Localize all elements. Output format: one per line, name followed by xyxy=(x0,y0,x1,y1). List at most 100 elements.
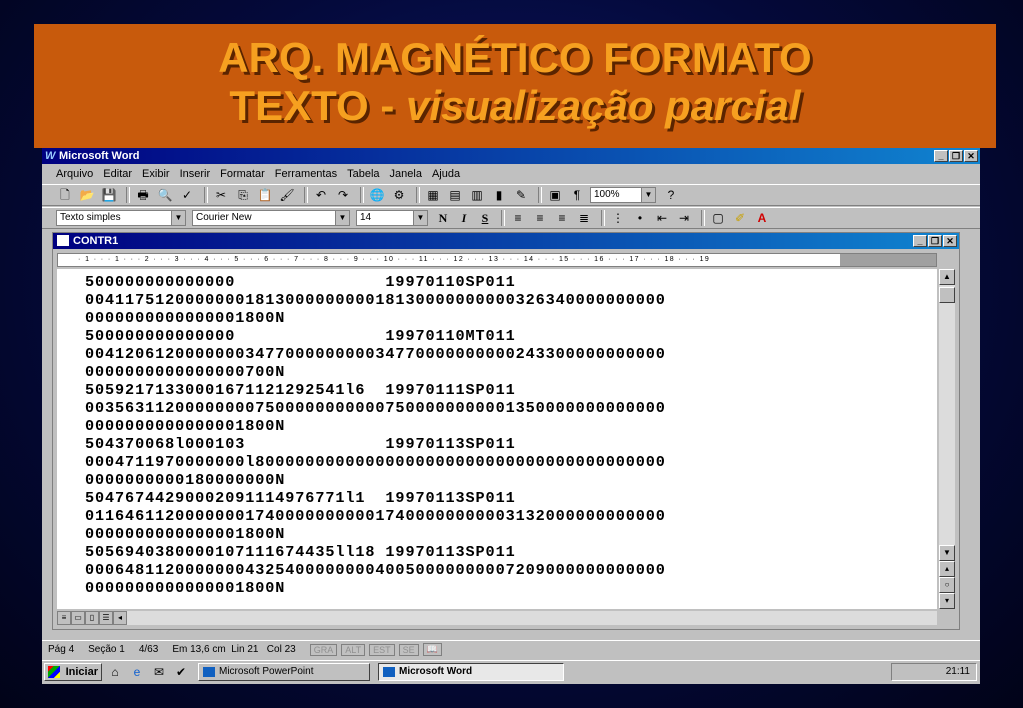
word-window: W Microsoft Word _ ❐ ✕ Arquivo Editar Ex… xyxy=(42,148,980,684)
print-preview-icon[interactable]: 🔍 xyxy=(156,186,174,204)
drawing-icon[interactable]: ✎ xyxy=(512,186,530,204)
menubar: Arquivo Editar Exibir Inserir Formatar F… xyxy=(42,165,980,183)
toolbar-divider xyxy=(360,187,364,203)
insert-table-icon[interactable]: ▤ xyxy=(446,186,464,204)
app-titlebar[interactable]: W Microsoft Word _ ❐ ✕ xyxy=(42,148,980,164)
document-body[interactable]: 500000000000000 19970110SP011 0041175120… xyxy=(57,269,937,609)
status-mode-alt[interactable]: ALT xyxy=(341,643,366,656)
italic-icon[interactable]: I xyxy=(455,209,473,227)
status-mode-est[interactable]: EST xyxy=(369,643,395,656)
chevron-down-icon[interactable]: ▼ xyxy=(413,211,427,225)
page-view-icon[interactable]: ▯ xyxy=(85,611,99,625)
chevron-down-icon[interactable]: ▼ xyxy=(335,211,349,225)
web-view-icon[interactable]: ▭ xyxy=(71,611,85,625)
horizontal-scrollbar[interactable]: ≡ ▭ ▯ ☰ ◂ xyxy=(57,611,937,625)
menu-arquivo[interactable]: Arquivo xyxy=(56,168,93,180)
clock[interactable]: 21:11 xyxy=(946,666,970,677)
next-page-icon[interactable]: ▾ xyxy=(939,593,955,609)
menu-ferramentas[interactable]: Ferramentas xyxy=(275,168,337,180)
minimize-icon[interactable]: _ xyxy=(934,150,948,162)
borders-icon[interactable]: ▢ xyxy=(709,209,727,227)
normal-view-icon[interactable]: ≡ xyxy=(57,611,71,625)
close-icon[interactable]: ✕ xyxy=(943,235,957,247)
menu-formatar[interactable]: Formatar xyxy=(220,168,265,180)
columns-icon[interactable]: ▮ xyxy=(490,186,508,204)
menu-tabela[interactable]: Tabela xyxy=(347,168,379,180)
ruler[interactable]: · 1 · · · 1 · · · 2 · · · 3 · · · 4 · · … xyxy=(57,253,937,267)
channels-icon[interactable]: ✔ xyxy=(172,663,190,681)
zoom-select[interactable]: 100% ▼ xyxy=(590,187,656,203)
status-mode-gra[interactable]: GRA xyxy=(309,643,338,656)
copy-icon[interactable]: ⎘ xyxy=(234,186,252,204)
outline-view-icon[interactable]: ☰ xyxy=(99,611,113,625)
undo-icon[interactable]: ↶ xyxy=(312,186,330,204)
save-icon[interactable]: 💾 xyxy=(100,186,118,204)
highlight-icon[interactable]: ✐ xyxy=(731,209,749,227)
scroll-down-icon[interactable]: ▼ xyxy=(939,545,955,561)
status-mode-se[interactable]: SE xyxy=(398,643,419,656)
word-app-icon[interactable]: W xyxy=(45,148,55,164)
text-line: 0041206120000000347700000000034770000000… xyxy=(85,345,666,363)
decrease-indent-icon[interactable]: ⇤ xyxy=(653,209,671,227)
font-size-select[interactable]: 14 ▼ xyxy=(356,210,428,226)
align-left-icon[interactable]: ≡ xyxy=(509,209,527,227)
style-select[interactable]: Texto simples ▼ xyxy=(56,210,186,226)
outlook-icon[interactable]: ✉ xyxy=(150,663,168,681)
increase-indent-icon[interactable]: ⇥ xyxy=(675,209,693,227)
start-button[interactable]: Iniciar xyxy=(44,662,102,681)
spelling-icon[interactable]: ✓ xyxy=(178,186,196,204)
insert-excel-icon[interactable]: ▥ xyxy=(468,186,486,204)
document-map-icon[interactable]: ▣ xyxy=(546,186,564,204)
scroll-up-icon[interactable]: ▲ xyxy=(939,269,955,285)
internet-explorer-icon[interactable]: e xyxy=(128,663,146,681)
vertical-scrollbar[interactable]: ▲ ▼ ▴ ○ ▾ xyxy=(939,269,955,609)
word-icon xyxy=(383,666,395,677)
paste-icon[interactable]: 📋 xyxy=(256,186,274,204)
task-powerpoint[interactable]: Microsoft PowerPoint xyxy=(198,662,370,681)
task-word[interactable]: Microsoft Word xyxy=(378,662,564,681)
menu-ajuda[interactable]: Ajuda xyxy=(432,168,460,180)
font-color-icon[interactable]: A xyxy=(753,209,771,227)
hyperlink-icon[interactable]: 🌐 xyxy=(368,186,386,204)
powerpoint-icon xyxy=(203,666,215,677)
text-line: 5056940380000107111674435ll18 19970113SP… xyxy=(85,543,516,561)
previous-page-icon[interactable]: ▴ xyxy=(939,561,955,577)
restore-icon[interactable]: ❐ xyxy=(928,235,942,247)
align-center-icon[interactable]: ≡ xyxy=(531,209,549,227)
align-right-icon[interactable]: ≡ xyxy=(553,209,571,227)
document-titlebar[interactable]: CONTR1 _ ❐ ✕ xyxy=(53,233,959,249)
menu-inserir[interactable]: Inserir xyxy=(180,168,211,180)
chevron-down-icon[interactable]: ▼ xyxy=(171,211,185,225)
bold-icon[interactable]: N xyxy=(434,209,452,227)
desktop-icon[interactable]: ⌂ xyxy=(106,663,124,681)
justify-icon[interactable]: ≣ xyxy=(575,209,593,227)
scroll-left-icon[interactable]: ◂ xyxy=(113,611,127,625)
web-toolbar-icon[interactable]: ⚙ xyxy=(390,186,408,204)
numbering-icon[interactable]: ⋮ xyxy=(609,209,627,227)
cut-icon[interactable]: ✂ xyxy=(212,186,230,204)
underline-icon[interactable]: S xyxy=(476,209,494,227)
font-select[interactable]: Courier New ▼ xyxy=(192,210,350,226)
document-title: CONTR1 xyxy=(73,235,119,247)
restore-icon[interactable]: ❐ xyxy=(949,150,963,162)
redo-icon[interactable]: ↷ xyxy=(334,186,352,204)
print-icon[interactable]: 🖶 xyxy=(134,186,152,204)
show-hide-icon[interactable]: ¶ xyxy=(568,186,586,204)
document-icon[interactable] xyxy=(57,235,69,246)
title-line-2-italic: visualização parcial xyxy=(406,82,801,129)
spelling-status-icon[interactable]: 📖 xyxy=(422,643,442,656)
browse-object-icon[interactable]: ○ xyxy=(939,577,955,593)
close-icon[interactable]: ✕ xyxy=(964,150,978,162)
chevron-down-icon[interactable]: ▼ xyxy=(641,188,655,202)
scroll-thumb[interactable] xyxy=(939,287,955,303)
tables-borders-icon[interactable]: ▦ xyxy=(424,186,442,204)
menu-editar[interactable]: Editar xyxy=(103,168,132,180)
bullets-icon[interactable]: • xyxy=(631,209,649,227)
minimize-icon[interactable]: _ xyxy=(913,235,927,247)
menu-janela[interactable]: Janela xyxy=(390,168,422,180)
open-folder-icon[interactable]: 📂 xyxy=(78,186,96,204)
format-painter-icon[interactable]: 🖌 xyxy=(278,186,296,204)
menu-exibir[interactable]: Exibir xyxy=(142,168,170,180)
new-document-icon[interactable]: 🗋 xyxy=(56,186,74,204)
help-icon[interactable]: ? xyxy=(662,186,680,204)
